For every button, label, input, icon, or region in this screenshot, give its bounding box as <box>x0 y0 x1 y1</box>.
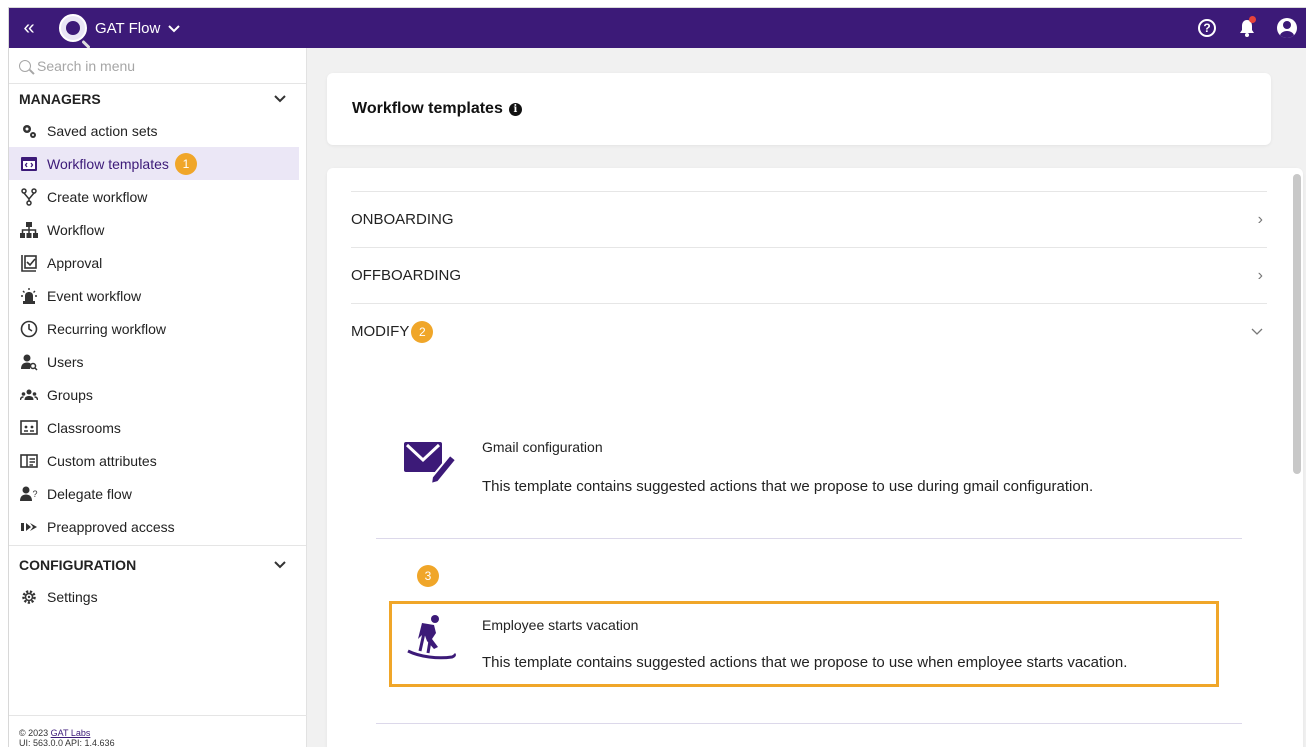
managers-title: MANAGERS <box>19 91 101 107</box>
sidebar-item-label: Delegate flow <box>47 485 132 502</box>
sitemap-icon <box>19 220 39 240</box>
category-row-offboarding[interactable]: OFFBOARDING › <box>351 247 1267 303</box>
app-window: « GAT Flow ? Search in menu MANAGERS Sav… <box>8 7 1306 747</box>
divider <box>376 538 1242 539</box>
siren-icon <box>19 286 39 306</box>
category-label: MODIFY <box>351 323 410 340</box>
sidebar-item-label: Preapproved access <box>47 518 175 535</box>
info-icon[interactable]: i <box>508 102 522 116</box>
clock-icon <box>19 319 39 339</box>
sidebar-item-label: Event workflow <box>47 287 142 304</box>
sidebar-item-delegate-flow[interactable]: ? Delegate flow <box>9 477 299 510</box>
sidebar-item-classrooms[interactable]: Classrooms <box>9 411 299 444</box>
step-badge: 2 <box>411 320 434 343</box>
sidebar-item-workflow[interactable]: Workflow <box>9 213 299 246</box>
app-logo-icon <box>59 14 87 42</box>
category-label: ONBOARDING <box>351 211 454 228</box>
sidebar-item-users[interactable]: Users <box>9 345 299 378</box>
sidebar-item-label: Saved action sets <box>47 122 158 139</box>
page-title: Workflow templates <box>352 100 503 117</box>
version-text: UI: 563.0.0 API: 1.4.636 <box>19 738 115 747</box>
sidebar: Search in menu MANAGERS Saved action set… <box>9 48 307 747</box>
sidebar-item-label: Classrooms <box>47 419 121 436</box>
sidebar-item-label: Workflow <box>47 221 105 238</box>
bell-icon[interactable] <box>1227 8 1267 48</box>
sidebar-item-create-workflow[interactable]: Create workflow <box>9 180 299 213</box>
chevron-down-icon <box>1251 323 1263 341</box>
template-icon <box>19 154 39 174</box>
company-link[interactable]: GAT Labs <box>51 728 91 738</box>
sidebar-item-saved-action-sets[interactable]: Saved action sets <box>9 114 299 147</box>
chevron-right-icon: › <box>1257 266 1263 284</box>
sidebar-item-label: Workflow templates <box>47 155 169 172</box>
sidebar-item-label: Settings <box>47 588 98 605</box>
template-description: This template contains suggested actions… <box>482 654 1128 671</box>
step-badge: 1 <box>174 152 197 175</box>
top-bar: « GAT Flow ? <box>9 8 1306 48</box>
user-account-icon[interactable] <box>1267 8 1306 48</box>
sidebar-item-label: Approval <box>47 254 103 271</box>
preapproved-icon <box>19 517 39 537</box>
attributes-icon <box>19 451 39 471</box>
sidebar-item-settings[interactable]: Settings <box>9 580 299 613</box>
approval-icon <box>19 253 39 273</box>
scrollbar[interactable] <box>1293 174 1301 474</box>
sidebar-item-label: Recurring workflow <box>47 320 167 337</box>
template-item-gmail[interactable]: Gmail configuration This template contai… <box>376 423 1242 533</box>
app-switcher[interactable]: GAT Flow <box>59 14 181 42</box>
configuration-title: CONFIGURATION <box>19 557 137 573</box>
search-icon <box>19 59 31 72</box>
template-title: Employee starts vacation <box>482 617 639 633</box>
configuration-section-header[interactable]: CONFIGURATION <box>9 550 306 580</box>
classroom-icon <box>19 418 39 438</box>
svg-text:?: ? <box>33 489 38 499</box>
chevron-down-icon <box>274 92 286 106</box>
managers-section-header[interactable]: MANAGERS <box>9 84 306 114</box>
template-description: This template contains suggested actions… <box>482 478 1094 495</box>
mail-edit-icon <box>402 433 458 489</box>
fork-icon <box>19 187 39 207</box>
sidebar-item-workflow-templates[interactable]: Workflow templates 1 <box>9 147 299 180</box>
chevron-down-icon <box>168 21 181 36</box>
category-label: OFFBOARDING <box>351 267 462 284</box>
step-badge: 3 <box>417 565 439 587</box>
user-search-icon <box>19 352 39 372</box>
app-name: GAT Flow <box>95 19 161 37</box>
sidebar-search[interactable]: Search in menu <box>9 48 306 84</box>
chevron-right-icon: › <box>1257 210 1263 228</box>
template-item-vacation[interactable]: Employee starts vacation This template c… <box>376 601 1242 687</box>
sidebar-item-label: Create workflow <box>47 188 148 205</box>
sidebar-item-event-workflow[interactable]: Event workflow <box>9 279 299 312</box>
divider <box>376 723 1242 724</box>
sidebar-item-preapproved-access[interactable]: Preapproved access <box>9 510 299 543</box>
templates-card: ONBOARDING › OFFBOARDING › MODIFY 2 Gmai… <box>327 168 1303 747</box>
double-chevron-left-icon[interactable]: « <box>9 8 49 48</box>
skiing-icon <box>402 613 458 669</box>
sidebar-item-label: Groups <box>47 386 93 403</box>
sidebar-item-approval[interactable]: Approval <box>9 246 299 279</box>
chevron-down-icon <box>274 558 286 572</box>
sidebar-item-label: Users <box>47 353 84 370</box>
sidebar-item-groups[interactable]: Groups <box>9 378 299 411</box>
group-icon <box>19 385 39 405</box>
category-row-modify[interactable]: MODIFY 2 <box>351 303 1267 359</box>
copyright-text: © 2023 <box>19 728 49 738</box>
delegate-icon: ? <box>19 484 39 504</box>
notification-dot <box>1249 16 1256 23</box>
gear-icon <box>19 587 39 607</box>
search-input[interactable]: Search in menu <box>37 58 135 74</box>
sidebar-item-custom-attributes[interactable]: Custom attributes <box>9 444 299 477</box>
template-title: Gmail configuration <box>482 439 603 455</box>
help-icon[interactable]: ? <box>1187 8 1227 48</box>
page-header-card: Workflow templates i <box>327 73 1271 145</box>
sidebar-item-recurring-workflow[interactable]: Recurring workflow <box>9 312 299 345</box>
category-row-onboarding[interactable]: ONBOARDING › <box>351 191 1267 247</box>
gears-icon <box>19 121 39 141</box>
sidebar-item-label: Custom attributes <box>47 452 157 469</box>
sidebar-footer: © 2023 GAT Labs UI: 563.0.0 API: 1.4.636 <box>19 728 299 747</box>
